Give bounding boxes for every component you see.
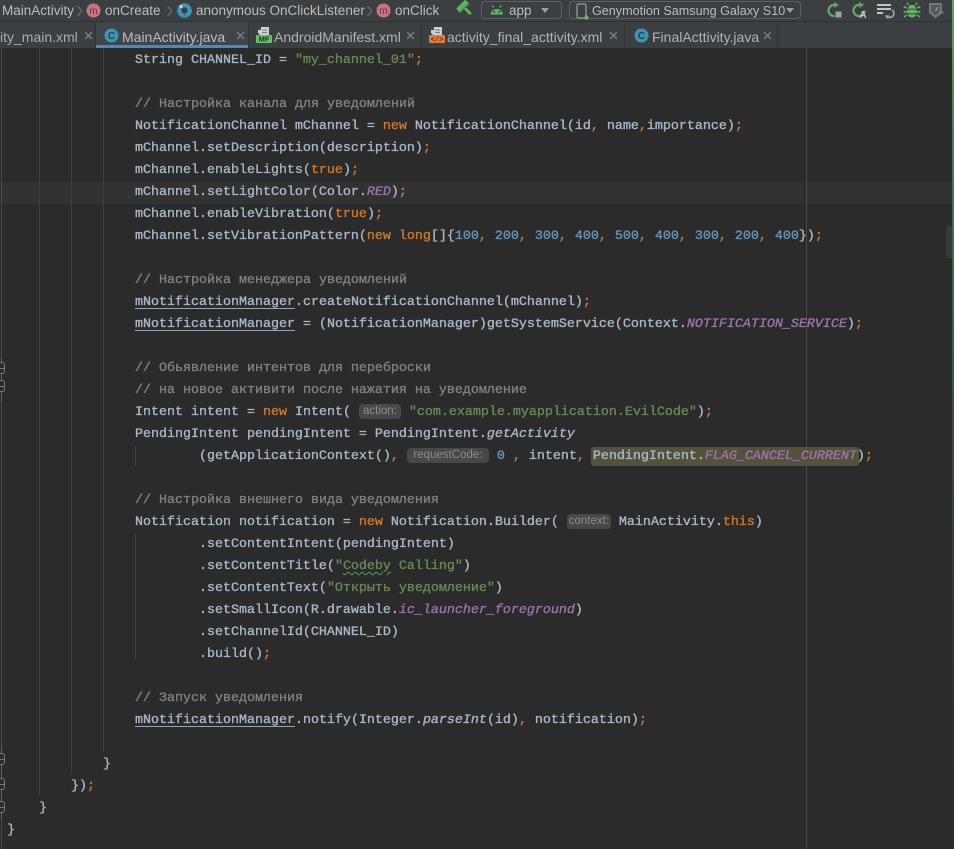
svg-text:MF: MF bbox=[259, 35, 270, 44]
svg-text:m: m bbox=[379, 6, 387, 17]
svg-text:C: C bbox=[638, 31, 645, 42]
svg-text:C: C bbox=[108, 31, 115, 42]
svg-text:</>: </> bbox=[431, 37, 444, 44]
svg-text:m: m bbox=[89, 6, 97, 17]
svg-text:A: A bbox=[859, 10, 866, 19]
